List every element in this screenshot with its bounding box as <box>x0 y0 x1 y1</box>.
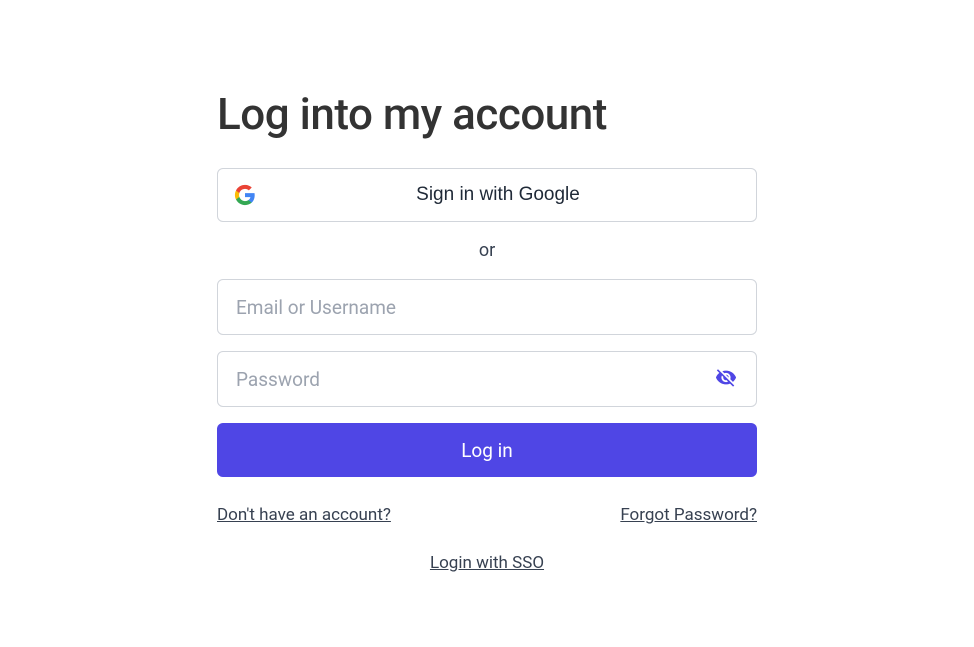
login-container: Log into my account Sign in with Google … <box>217 0 757 573</box>
google-signin-label: Sign in with Google <box>256 184 740 206</box>
login-button[interactable]: Log in <box>217 423 757 477</box>
google-icon <box>234 184 256 206</box>
email-field[interactable] <box>217 279 757 335</box>
page-title: Log into my account <box>217 88 757 140</box>
divider-text: or <box>217 240 757 261</box>
password-wrapper <box>217 351 757 407</box>
eye-off-icon <box>715 367 737 392</box>
signup-link[interactable]: Don't have an account? <box>217 505 391 525</box>
forgot-password-link[interactable]: Forgot Password? <box>620 505 757 525</box>
sso-row: Login with SSO <box>217 553 757 573</box>
toggle-password-button[interactable] <box>711 363 741 396</box>
password-field[interactable] <box>217 351 757 407</box>
links-row: Don't have an account? Forgot Password? <box>217 505 757 525</box>
google-signin-button[interactable]: Sign in with Google <box>217 168 757 222</box>
sso-link[interactable]: Login with SSO <box>430 553 544 573</box>
